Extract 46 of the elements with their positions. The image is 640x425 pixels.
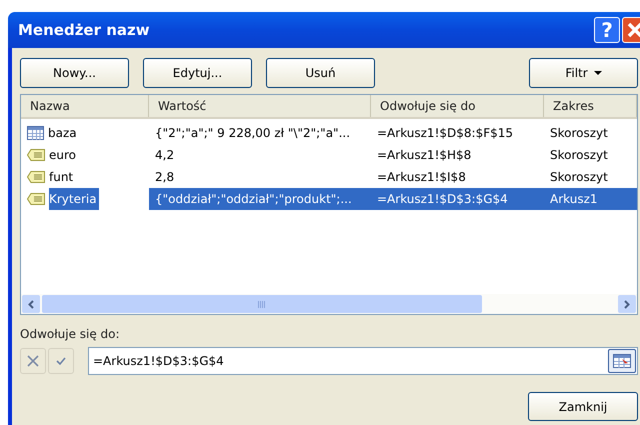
window-title: Menedżer nazw: [18, 21, 151, 39]
table-cell-text: 2,8: [154, 170, 176, 184]
horizontal-scrollbar[interactable]: [21, 294, 637, 314]
range-picker-icon[interactable]: [608, 349, 636, 373]
column-header[interactable]: Wartość: [149, 95, 371, 117]
label-tag-icon: [27, 149, 45, 161]
table-cell-text: euro: [49, 147, 77, 164]
scroll-right-icon[interactable]: [618, 295, 636, 313]
column-header[interactable]: Nazwa: [21, 95, 149, 117]
table-cell: =Arkusz1!$D$3:$G$4: [371, 188, 544, 210]
toolbar-button[interactable]: Usuń: [266, 58, 375, 88]
table-cell-text: 4,2: [154, 148, 176, 162]
table-cell: {"oddział";"oddział";"produkt";...: [149, 188, 371, 210]
text-input[interactable]: =Arkusz1!$D$3:$G$4: [93, 349, 608, 373]
filter-button[interactable]: Filtr: [529, 58, 638, 88]
list-row[interactable]: euro 4,2 =Arkusz1!$H$8 Skoroszyt: [21, 144, 637, 166]
help-button[interactable]: ?: [594, 17, 620, 43]
list-row[interactable]: Kryteria {"oddział";"oddział";"produkt";... =Arkusz1!$D$3:$G$4 Arkusz1: [21, 188, 637, 210]
list-row[interactable]: funt 2,8 =Arkusz1!$I$8 Skoroszyt: [21, 166, 637, 188]
close-dialog-button[interactable]: Zamknij: [528, 392, 638, 421]
cancel-icon[interactable]: [20, 348, 46, 374]
toolbar-button[interactable]: Edytuj...: [143, 58, 252, 88]
column-header[interactable]: Odwołuje się do: [371, 95, 544, 117]
checkmark-icon[interactable]: [48, 348, 74, 374]
table-cell-text: baza: [48, 125, 78, 142]
table-icon: [27, 126, 44, 140]
toolbar-button[interactable]: Nowy...: [20, 58, 129, 88]
table-cell: Kryteria: [49, 188, 99, 210]
reference-field[interactable]: =Arkusz1!$D$3:$G$4: [88, 347, 638, 375]
table-cell-text: Skoroszyt: [549, 126, 609, 140]
scroll-thumb[interactable]: [42, 295, 482, 313]
table-cell-text: =Arkusz1!$H$8: [376, 148, 472, 162]
table-cell-text: Skoroszyt: [549, 170, 609, 184]
caret-icon: [594, 71, 602, 75]
table-cell-text: funt: [49, 169, 74, 186]
table-cell-text: Skoroszyt: [549, 148, 609, 162]
label-tag-icon: [27, 171, 45, 183]
table-cell: Arkusz1: [544, 188, 637, 210]
table-cell-text: =Arkusz1!$I$8: [376, 170, 467, 184]
scroll-left-icon[interactable]: [22, 295, 40, 313]
label-tag-icon: [27, 193, 45, 205]
list-row[interactable]: baza {"2";"a";" 9 228,00 zł "\"2";"a"... =Arkusz1!$D$8:$F$15 Skoroszyt: [21, 122, 637, 144]
column-header[interactable]: Zakres: [544, 95, 637, 117]
table-cell-text: {"2";"a";" 9 228,00 zł "\"2";"a"...: [154, 126, 352, 140]
field-label: Odwołuje się do:: [20, 327, 121, 341]
table-cell-text: =Arkusz1!$D$8:$F$15: [376, 126, 514, 140]
